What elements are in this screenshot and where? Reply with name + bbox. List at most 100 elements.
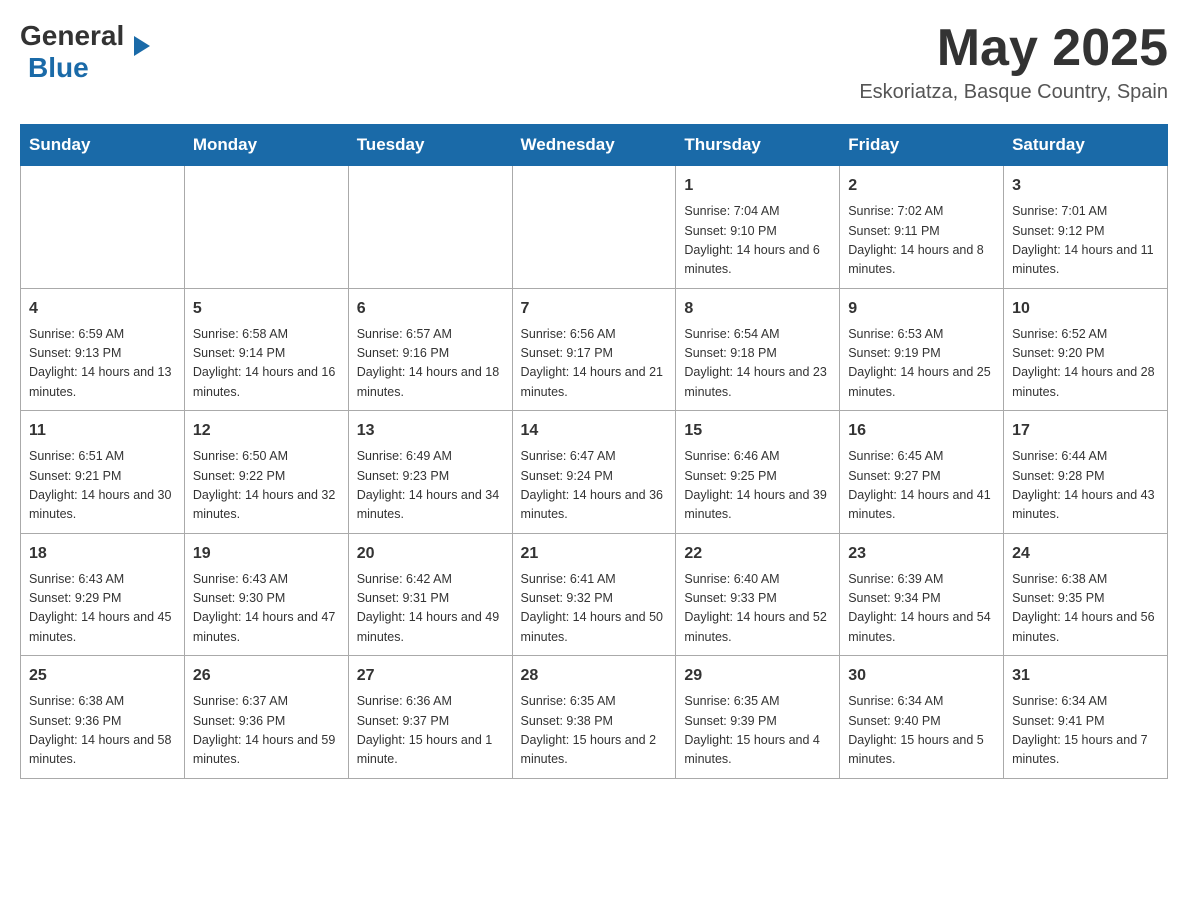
- calendar-day-cell: 8 Sunrise: 6:54 AM Sunset: 9:18 PM Daylig…: [676, 288, 840, 411]
- day-number: 30: [848, 664, 995, 688]
- day-info: Sunrise: 6:58 AM Sunset: 9:14 PM Dayligh…: [193, 325, 340, 403]
- calendar-week-row: 1 Sunrise: 7:04 AM Sunset: 9:10 PM Daylig…: [21, 166, 1168, 289]
- day-number: 23: [848, 542, 995, 566]
- calendar-day-cell: 23 Sunrise: 6:39 AM Sunset: 9:34 PM Dayli…: [840, 533, 1004, 656]
- calendar-day-cell: 24Sunrise: 6:38 AM Sunset: 9:35 PM Dayli…: [1004, 533, 1168, 656]
- day-info: Sunrise: 6:53 AM Sunset: 9:19 PM Dayligh…: [848, 325, 995, 403]
- day-number: 21: [521, 542, 668, 566]
- day-info: Sunrise: 7:02 AM Sunset: 9:11 PM Dayligh…: [848, 202, 995, 280]
- calendar-day-header: Wednesday: [512, 125, 676, 166]
- calendar-day-header: Thursday: [676, 125, 840, 166]
- calendar-week-row: 25 Sunrise: 6:38 AM Sunset: 9:36 PM Dayli…: [21, 656, 1168, 779]
- calendar-day-cell: 7 Sunrise: 6:56 AM Sunset: 9:17 PM Daylig…: [512, 288, 676, 411]
- day-info: Sunrise: 6:35 AM Sunset: 9:38 PM Dayligh…: [521, 692, 668, 770]
- day-number: 31: [1012, 664, 1159, 688]
- day-info: Sunrise: 6:50 AM Sunset: 9:22 PM Dayligh…: [193, 447, 340, 525]
- calendar-day-cell: 11Sunrise: 6:51 AM Sunset: 9:21 PM Dayli…: [21, 411, 185, 534]
- day-info: Sunrise: 6:35 AM Sunset: 9:39 PM Dayligh…: [684, 692, 831, 770]
- calendar-day-cell: 19 Sunrise: 6:43 AM Sunset: 9:30 PM Dayli…: [184, 533, 348, 656]
- day-info: Sunrise: 6:43 AM Sunset: 9:30 PM Dayligh…: [193, 570, 340, 648]
- month-year-title: May 2025: [859, 20, 1168, 77]
- calendar-day-cell: 4 Sunrise: 6:59 AM Sunset: 9:13 PM Daylig…: [21, 288, 185, 411]
- calendar-week-row: 18 Sunrise: 6:43 AM Sunset: 9:29 PM Dayli…: [21, 533, 1168, 656]
- day-info: Sunrise: 6:43 AM Sunset: 9:29 PM Dayligh…: [29, 570, 176, 648]
- day-info: Sunrise: 6:56 AM Sunset: 9:17 PM Dayligh…: [521, 325, 668, 403]
- day-number: 12: [193, 419, 340, 443]
- day-info: Sunrise: 6:42 AM Sunset: 9:31 PM Dayligh…: [357, 570, 504, 648]
- day-number: 29: [684, 664, 831, 688]
- logo-general-text: General: [20, 20, 124, 52]
- day-number: 4: [29, 297, 176, 321]
- logo-blue-text: Blue: [28, 52, 89, 84]
- day-number: 13: [357, 419, 504, 443]
- day-number: 22: [684, 542, 831, 566]
- calendar-day-cell: 15Sunrise: 6:46 AM Sunset: 9:25 PM Dayli…: [676, 411, 840, 534]
- day-number: 17: [1012, 419, 1159, 443]
- day-info: Sunrise: 6:38 AM Sunset: 9:36 PM Dayligh…: [29, 692, 176, 770]
- day-info: Sunrise: 6:59 AM Sunset: 9:13 PM Dayligh…: [29, 325, 176, 403]
- title-section: May 2025 Eskoriatza, Basque Country, Spa…: [859, 20, 1168, 104]
- calendar-day-cell: 25 Sunrise: 6:38 AM Sunset: 9:36 PM Dayli…: [21, 656, 185, 779]
- calendar-day-cell: 13 Sunrise: 6:49 AM Sunset: 9:23 PM Dayli…: [348, 411, 512, 534]
- calendar-day-cell: 20 Sunrise: 6:42 AM Sunset: 9:31 PM Dayli…: [348, 533, 512, 656]
- calendar-week-row: 4 Sunrise: 6:59 AM Sunset: 9:13 PM Daylig…: [21, 288, 1168, 411]
- day-number: 6: [357, 297, 504, 321]
- day-number: 3: [1012, 174, 1159, 198]
- calendar-day-cell: 1 Sunrise: 7:04 AM Sunset: 9:10 PM Daylig…: [676, 166, 840, 289]
- day-number: 25: [29, 664, 176, 688]
- day-info: Sunrise: 6:45 AM Sunset: 9:27 PM Dayligh…: [848, 447, 995, 525]
- calendar-week-row: 11Sunrise: 6:51 AM Sunset: 9:21 PM Dayli…: [21, 411, 1168, 534]
- calendar-day-cell: 3 Sunrise: 7:01 AM Sunset: 9:12 PM Daylig…: [1004, 166, 1168, 289]
- day-number: 20: [357, 542, 504, 566]
- day-number: 14: [521, 419, 668, 443]
- calendar-day-cell: 10Sunrise: 6:52 AM Sunset: 9:20 PM Dayli…: [1004, 288, 1168, 411]
- day-info: Sunrise: 7:04 AM Sunset: 9:10 PM Dayligh…: [684, 202, 831, 280]
- calendar-day-cell: 29 Sunrise: 6:35 AM Sunset: 9:39 PM Dayli…: [676, 656, 840, 779]
- day-info: Sunrise: 6:37 AM Sunset: 9:36 PM Dayligh…: [193, 692, 340, 770]
- day-number: 28: [521, 664, 668, 688]
- calendar-day-cell: 26Sunrise: 6:37 AM Sunset: 9:36 PM Dayli…: [184, 656, 348, 779]
- day-info: Sunrise: 6:52 AM Sunset: 9:20 PM Dayligh…: [1012, 325, 1159, 403]
- day-number: 9: [848, 297, 995, 321]
- day-info: Sunrise: 6:51 AM Sunset: 9:21 PM Dayligh…: [29, 447, 176, 525]
- page-header: General Blue May 2025 Eskoriatza, Basque…: [20, 20, 1168, 104]
- day-info: Sunrise: 6:41 AM Sunset: 9:32 PM Dayligh…: [521, 570, 668, 648]
- day-number: 2: [848, 174, 995, 198]
- day-info: Sunrise: 6:39 AM Sunset: 9:34 PM Dayligh…: [848, 570, 995, 648]
- day-number: 5: [193, 297, 340, 321]
- day-number: 1: [684, 174, 831, 198]
- calendar-day-cell: 31Sunrise: 6:34 AM Sunset: 9:41 PM Dayli…: [1004, 656, 1168, 779]
- day-info: Sunrise: 6:40 AM Sunset: 9:33 PM Dayligh…: [684, 570, 831, 648]
- logo: General Blue: [20, 20, 134, 84]
- day-info: Sunrise: 6:36 AM Sunset: 9:37 PM Dayligh…: [357, 692, 504, 770]
- day-number: 18: [29, 542, 176, 566]
- calendar-day-cell: 16 Sunrise: 6:45 AM Sunset: 9:27 PM Dayli…: [840, 411, 1004, 534]
- day-number: 8: [684, 297, 831, 321]
- day-info: Sunrise: 6:34 AM Sunset: 9:40 PM Dayligh…: [848, 692, 995, 770]
- day-info: Sunrise: 6:47 AM Sunset: 9:24 PM Dayligh…: [521, 447, 668, 525]
- day-info: Sunrise: 6:57 AM Sunset: 9:16 PM Dayligh…: [357, 325, 504, 403]
- calendar-day-cell: 30 Sunrise: 6:34 AM Sunset: 9:40 PM Dayli…: [840, 656, 1004, 779]
- day-info: Sunrise: 7:01 AM Sunset: 9:12 PM Dayligh…: [1012, 202, 1159, 280]
- calendar-day-cell: 5 Sunrise: 6:58 AM Sunset: 9:14 PM Daylig…: [184, 288, 348, 411]
- day-info: Sunrise: 6:54 AM Sunset: 9:18 PM Dayligh…: [684, 325, 831, 403]
- calendar-day-cell: [21, 166, 185, 289]
- calendar-day-cell: 27 Sunrise: 6:36 AM Sunset: 9:37 PM Dayli…: [348, 656, 512, 779]
- location-subtitle: Eskoriatza, Basque Country, Spain: [859, 81, 1168, 104]
- day-number: 7: [521, 297, 668, 321]
- day-number: 27: [357, 664, 504, 688]
- calendar-day-cell: 2 Sunrise: 7:02 AM Sunset: 9:11 PM Daylig…: [840, 166, 1004, 289]
- calendar-table: SundayMondayTuesdayWednesdayThursdayFrid…: [20, 124, 1168, 779]
- calendar-day-cell: [184, 166, 348, 289]
- day-number: 24: [1012, 542, 1159, 566]
- calendar-day-cell: 28 Sunrise: 6:35 AM Sunset: 9:38 PM Dayli…: [512, 656, 676, 779]
- calendar-day-header: Monday: [184, 125, 348, 166]
- day-number: 19: [193, 542, 340, 566]
- day-info: Sunrise: 6:46 AM Sunset: 9:25 PM Dayligh…: [684, 447, 831, 525]
- calendar-day-header: Tuesday: [348, 125, 512, 166]
- day-info: Sunrise: 6:49 AM Sunset: 9:23 PM Dayligh…: [357, 447, 504, 525]
- calendar-header-row: SundayMondayTuesdayWednesdayThursdayFrid…: [21, 125, 1168, 166]
- calendar-day-cell: [512, 166, 676, 289]
- day-number: 16: [848, 419, 995, 443]
- calendar-day-header: Friday: [840, 125, 1004, 166]
